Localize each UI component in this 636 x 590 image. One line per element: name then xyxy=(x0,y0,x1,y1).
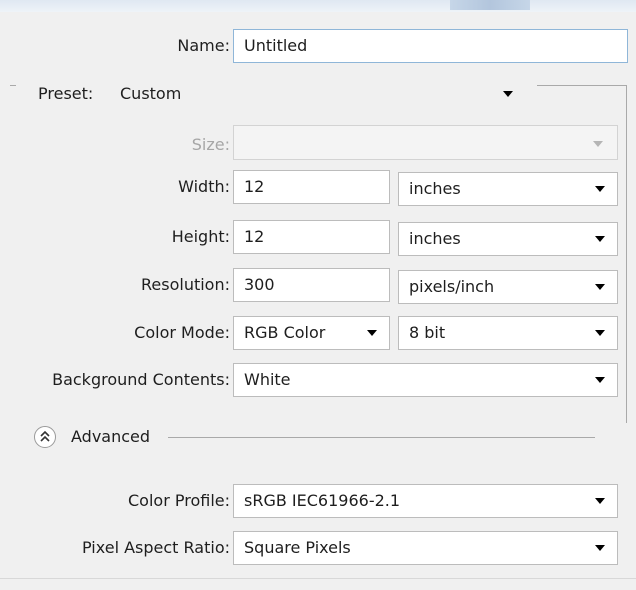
caret-down-icon xyxy=(503,91,513,97)
preset-dropdown[interactable]: Custom xyxy=(110,78,530,112)
width-unit-dropdown[interactable]: inches xyxy=(398,172,618,206)
preset-group-line-right xyxy=(537,85,627,86)
caret-down-icon xyxy=(367,330,377,336)
advanced-label: Advanced xyxy=(71,427,151,446)
height-label: Height: xyxy=(171,227,230,246)
pixel-aspect-ratio-dropdown[interactable]: Square Pixels xyxy=(233,531,618,565)
resolution-input[interactable]: 300 xyxy=(233,268,390,302)
bit-depth-value: 8 bit xyxy=(409,323,446,342)
preset-dropdown-value: Custom xyxy=(120,84,182,103)
background-contents-dropdown[interactable]: White xyxy=(233,363,618,397)
width-label: Width: xyxy=(178,177,230,196)
color-mode-value: RGB Color xyxy=(244,323,326,342)
height-input[interactable]: 12 xyxy=(233,220,390,254)
caret-down-icon xyxy=(595,330,605,336)
preset-label: Preset: xyxy=(38,84,94,103)
size-dropdown xyxy=(233,125,618,160)
caret-down-icon xyxy=(595,377,605,383)
double-chevron-up-icon xyxy=(40,430,50,442)
height-unit-dropdown[interactable]: inches xyxy=(398,222,618,256)
caret-down-icon xyxy=(595,545,605,551)
preset-group-line-left xyxy=(10,85,16,86)
caret-down-icon xyxy=(595,236,605,242)
color-mode-label: Color Mode: xyxy=(134,323,230,342)
resolution-label: Resolution: xyxy=(141,275,230,294)
caret-down-icon xyxy=(595,284,605,290)
color-profile-label: Color Profile: xyxy=(128,491,230,510)
resolution-unit-dropdown[interactable]: pixels/inch xyxy=(398,270,618,304)
window-accent xyxy=(450,0,530,10)
width-input[interactable]: 12 xyxy=(233,170,390,204)
background-contents-value: White xyxy=(244,370,291,389)
dialog-bottom-divider xyxy=(0,578,636,579)
background-contents-label: Background Contents: xyxy=(52,370,230,389)
color-profile-dropdown[interactable]: sRGB IEC61966-2.1 xyxy=(233,484,618,518)
name-label: Name: xyxy=(177,36,230,55)
pixel-aspect-ratio-value: Square Pixels xyxy=(244,538,351,557)
height-unit-value: inches xyxy=(409,229,461,248)
caret-down-icon xyxy=(595,498,605,504)
color-profile-value: sRGB IEC61966-2.1 xyxy=(244,491,401,510)
color-mode-dropdown[interactable]: RGB Color xyxy=(233,316,390,350)
advanced-separator xyxy=(168,437,595,438)
bit-depth-dropdown[interactable]: 8 bit xyxy=(398,316,618,350)
preset-group-line-vertical xyxy=(626,85,627,423)
advanced-toggle-button[interactable] xyxy=(34,426,56,448)
caret-down-icon xyxy=(593,141,603,147)
name-input[interactable]: Untitled xyxy=(233,29,628,63)
caret-down-icon xyxy=(595,186,605,192)
window-top-strip xyxy=(0,0,636,12)
width-unit-value: inches xyxy=(409,179,461,198)
resolution-unit-value: pixels/inch xyxy=(409,277,495,296)
size-label: Size: xyxy=(191,135,230,154)
pixel-aspect-ratio-label: Pixel Aspect Ratio: xyxy=(82,538,230,557)
